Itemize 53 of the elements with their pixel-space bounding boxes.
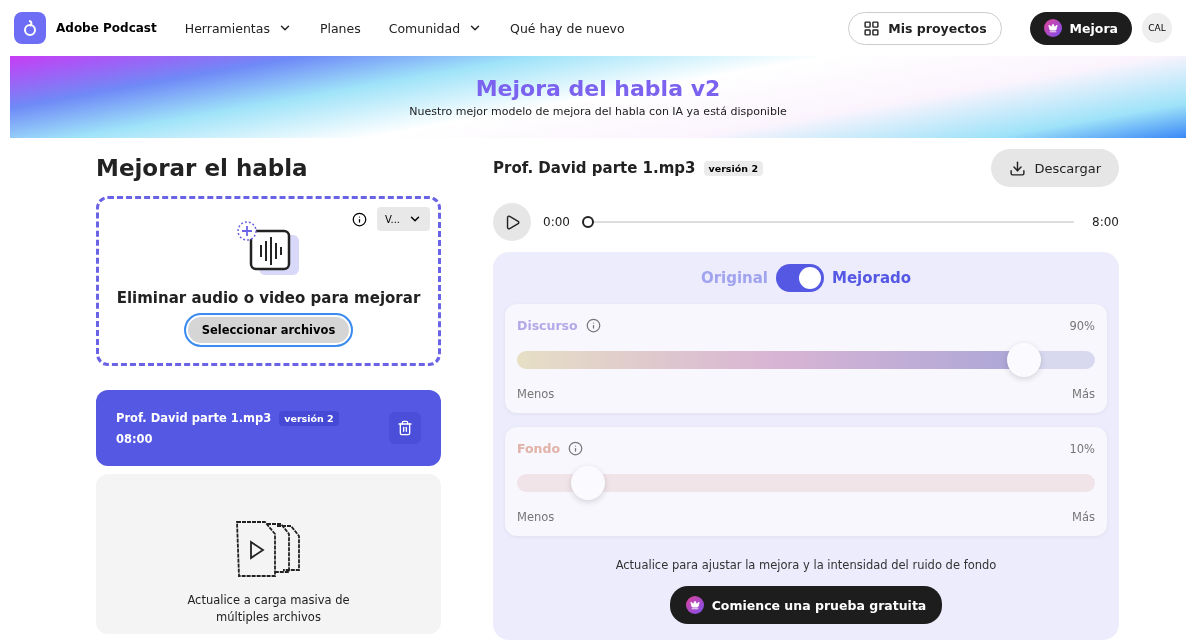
logo-icon[interactable] xyxy=(14,12,46,44)
crown-icon xyxy=(685,596,704,614)
download-icon xyxy=(1009,159,1027,177)
slider-value: 10% xyxy=(1069,441,1095,456)
banner-title: Mejora del habla v2 xyxy=(475,76,721,101)
nav-link[interactable]: Comunidad xyxy=(388,20,483,36)
enhance-toggle[interactable] xyxy=(776,264,824,292)
drop-zone-text: Eliminar audio o video para mejorar xyxy=(116,289,421,307)
brand-name: Adobe Podcast xyxy=(56,21,157,35)
toggle-label: Original xyxy=(700,269,768,287)
banner-subtitle: Nuestro mejor modelo de mejora del habla con IA ya está disponible xyxy=(409,105,787,118)
slider-label: Fondo xyxy=(517,441,561,456)
projects-button[interactable]: Mis proyectos xyxy=(848,11,1002,45)
trash-icon xyxy=(397,420,413,436)
slider-min-label: Menos xyxy=(517,510,555,524)
progress-thumb[interactable] xyxy=(581,216,594,228)
slider-thumb[interactable] xyxy=(571,466,606,500)
play-button[interactable] xyxy=(493,203,531,241)
grid-icon xyxy=(863,19,881,37)
current-time: 0:00 xyxy=(543,215,570,229)
select-files-button[interactable]: Seleccionar archivos xyxy=(183,313,354,347)
total-time: 8:00 xyxy=(1092,215,1119,229)
crown-icon xyxy=(1043,19,1062,37)
nav-link[interactable]: Herramientas xyxy=(184,20,292,36)
download-button[interactable]: Descargar xyxy=(991,149,1119,187)
file-name: Prof. David parte 1.mp3 xyxy=(116,411,272,425)
avatar[interactable]: CAL xyxy=(1142,13,1172,43)
slider-max-label: Más xyxy=(1072,510,1095,524)
upgrade-note: Actualice para ajustar la mejora y la intensidad del ruido de fondo xyxy=(615,558,997,572)
slider-min-label: Menos xyxy=(517,387,555,401)
file-item[interactable]: Prof. David parte 1.mp3 versión 2 08:00 xyxy=(96,390,441,466)
file-title: Prof. David parte 1.mp3 xyxy=(493,159,696,177)
version-badge: versión 2 xyxy=(703,160,763,176)
nav-link[interactable]: Qué hay de nuevo xyxy=(510,20,625,36)
slider[interactable] xyxy=(517,466,1095,500)
info-icon[interactable] xyxy=(351,211,367,227)
bulk-upload-text: Actualice a carga masiva de múltiples archivos xyxy=(186,591,351,626)
file-duration: 08:00 xyxy=(116,431,154,446)
nav-link[interactable]: Planes xyxy=(319,20,361,36)
delete-button[interactable] xyxy=(389,412,421,444)
version-select[interactable]: V... xyxy=(376,207,430,231)
drop-zone[interactable]: V... Eliminar audio o video para mejorar Seleccionar archivos xyxy=(96,196,441,366)
upgrade-button[interactable]: Mejora xyxy=(1029,11,1132,45)
audio-upload-icon xyxy=(236,221,301,277)
version-badge: versión 2 xyxy=(279,410,339,426)
slider[interactable] xyxy=(517,343,1095,377)
slider-label: Discurso xyxy=(517,318,578,333)
slider-value: 90% xyxy=(1069,318,1095,333)
free-trial-button[interactable]: Comience una prueba gratuita xyxy=(669,586,943,624)
slider-thumb[interactable] xyxy=(1006,343,1041,377)
slider-max-label: Más xyxy=(1072,387,1095,401)
page-title: Mejorar el habla xyxy=(96,154,309,183)
toggle-label: Mejorado xyxy=(832,269,912,287)
